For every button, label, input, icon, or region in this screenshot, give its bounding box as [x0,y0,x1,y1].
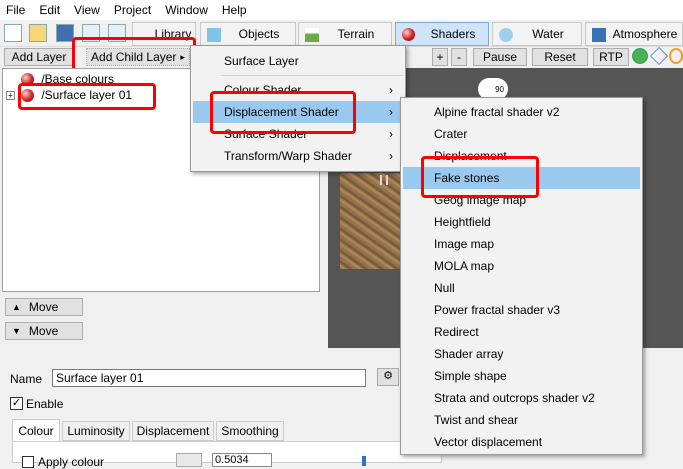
apply-colour-label: Apply colour [38,455,105,469]
tab-terrain[interactable]: Terrain [298,22,392,46]
enable-label: Enable [26,397,64,411]
arrow-up-icon: ▲ [12,302,21,312]
tab-smoothing[interactable]: Smoothing [216,421,284,441]
menu-edit[interactable]: Edit [39,3,60,17]
menu-item-transform-warp-shader[interactable]: Transform/Warp Shader › [193,145,403,167]
submenu-arrow-icon: › [389,83,393,97]
menu-item-heightfield[interactable]: Heightfield [403,211,640,233]
tab-luminosity[interactable]: Luminosity [62,421,130,441]
value-input[interactable]: 0.5034 [212,453,272,467]
arrow-down-icon: ▼ [12,326,21,336]
terrain-preview [340,173,400,269]
reset-button[interactable]: Reset [532,48,588,66]
terrain-icon [305,28,319,42]
rtp-button[interactable]: RTP [593,48,629,66]
menu-view[interactable]: View [74,3,100,17]
menu-item-image-map[interactable]: Image map [403,233,640,255]
tab-displacement[interactable]: Displacement [132,421,214,441]
apply-colour-checkbox[interactable] [22,456,34,468]
submenu-arrow-icon: › [389,105,393,119]
name-label: Name [10,372,43,386]
menu-help[interactable]: Help [222,3,247,17]
submenu-arrow-icon: › [389,127,393,141]
render-ball-icon[interactable] [632,48,648,64]
water-drop-icon [499,28,513,42]
menu-project[interactable]: Project [114,3,151,17]
gear-icon[interactable]: ⚙ [377,368,399,386]
open-folder-icon[interactable] [29,24,47,42]
menu-item-strata-outcrops[interactable]: Strata and outcrops shader v2 [403,387,640,409]
highlight-displacement-shader [210,91,356,134]
menu-item-simple-shape[interactable]: Simple shape [403,365,640,387]
menu-item-redirect[interactable]: Redirect [403,321,640,343]
expand-toggle-icon[interactable]: + [6,91,15,100]
menu-item-power-fractal[interactable]: Power fractal shader v3 [403,299,640,321]
menu-item-crater[interactable]: Crater [403,123,640,145]
move-down-button[interactable]: ▼ Move [5,322,83,340]
tab-shaders[interactable]: Shaders [395,22,489,46]
new-file-icon[interactable] [4,24,22,42]
highlight-add-child-layer [72,37,196,71]
menu-item-shader-array[interactable]: Shader array [403,343,640,365]
tab-atmosphere[interactable]: Atmosphere [585,22,683,46]
highlight-fake-stones [421,156,539,198]
enable-checkbox[interactable]: ✓ [10,397,23,410]
tab-colour[interactable]: Colour [12,419,60,441]
crosshair-icon [380,175,388,185]
menu-item-surface-layer[interactable]: Surface Layer [193,50,403,72]
menu-item-mola-map[interactable]: MOLA map [403,255,640,277]
zoom-out-button[interactable]: - [451,48,467,66]
menu-item-vector-displacement[interactable]: Vector displacement [403,431,640,453]
displacement-shader-menu: Alpine fractal shader v2 Crater Displace… [400,97,643,455]
atmosphere-icon [592,28,606,42]
menu-item-twist-and-shear[interactable]: Twist and shear [403,409,640,431]
tab-water[interactable]: Water [492,22,582,46]
sun-icon[interactable] [669,48,683,64]
zoom-in-button[interactable]: + [432,48,448,66]
move-up-button[interactable]: ▲ Move [5,298,83,316]
name-input[interactable]: Surface layer 01 [52,369,366,387]
menu-window[interactable]: Window [165,3,208,17]
sphere-icon [402,28,415,41]
menu-file[interactable]: File [6,3,25,17]
wireframe-icon[interactable] [649,46,669,66]
reset-value-button[interactable] [176,453,202,467]
menu-item-alpine-fractal[interactable]: Alpine fractal shader v2 [403,101,640,123]
menu-bar: File Edit View Project Window Help [0,0,683,20]
pause-button[interactable]: Pause [473,48,527,66]
cube-icon [207,28,221,42]
highlight-surface-layer [18,83,156,110]
add-layer-button[interactable]: Add Layer [4,48,74,66]
submenu-arrow-icon: › [389,149,393,163]
menu-item-null[interactable]: Null [403,277,640,299]
tab-objects[interactable]: Objects [200,22,296,46]
menu-separator [221,75,403,76]
slider-handle[interactable] [362,456,366,466]
